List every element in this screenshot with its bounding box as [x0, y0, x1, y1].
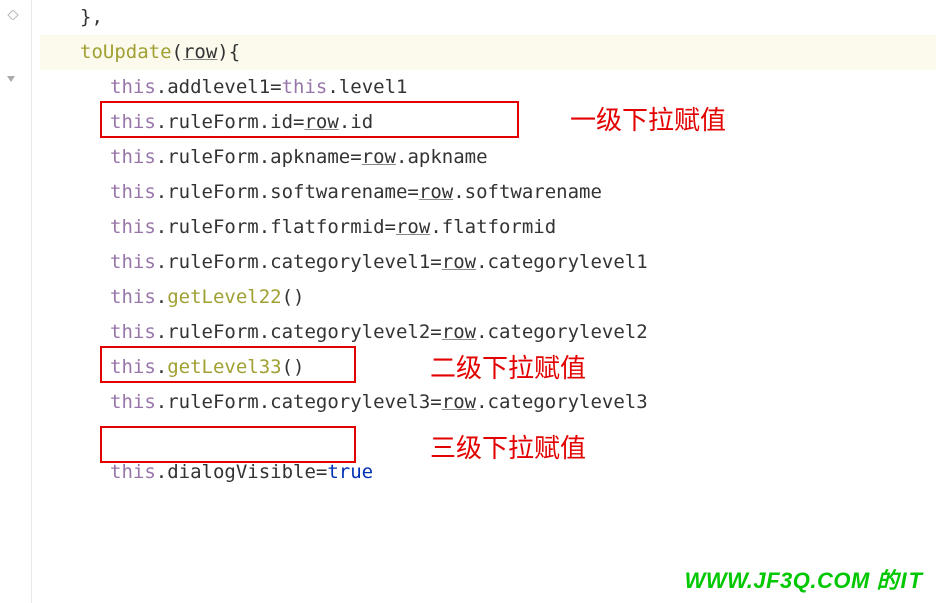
code-line: this.getLevel22() — [40, 280, 936, 315]
code-token-keyword: this — [110, 321, 156, 343]
annotation-label-2: 二级下拉赋值 — [430, 348, 586, 385]
code-token: .categorylevel2 — [476, 321, 648, 343]
code-token-param: row — [183, 41, 217, 63]
code-token-keyword: this — [110, 181, 156, 203]
code-token-keyword: this — [110, 461, 156, 483]
annotation-label-1: 一级下拉赋值 — [570, 100, 726, 137]
code-token-keyword: this — [110, 111, 156, 133]
code-editor-content[interactable]: }, toUpdate(row){ this.addlevel1=this.le… — [40, 0, 936, 490]
code-token: .flatformid — [430, 216, 556, 238]
code-token: ( — [172, 41, 183, 63]
code-token: .ruleForm.apkname= — [156, 146, 362, 168]
code-line: this.ruleForm.id=row.id — [40, 105, 936, 140]
code-token: .dialogVisible= — [156, 461, 328, 483]
code-token: }, — [80, 6, 103, 28]
code-token-keyword: this — [110, 391, 156, 413]
watermark-url: WWW.JF3Q.COM — [685, 568, 870, 593]
code-token: .addlevel1= — [156, 76, 282, 98]
fold-collapse-icon[interactable] — [4, 70, 22, 84]
code-token: .ruleForm.categorylevel2= — [156, 321, 442, 343]
code-token: .level1 — [327, 76, 407, 98]
code-token: row — [396, 216, 430, 238]
code-token: row — [442, 391, 476, 413]
code-token: () — [282, 286, 305, 308]
code-token: () — [282, 356, 305, 378]
watermark-suffix: 的IT — [876, 568, 924, 593]
code-token: row — [304, 111, 338, 133]
code-token-boolean: true — [327, 461, 373, 483]
code-token: .id — [339, 111, 373, 133]
code-token: ){ — [217, 41, 240, 63]
code-line: this.addlevel1=this.level1 — [40, 70, 936, 105]
code-line: this.ruleForm.softwarename=row.softwaren… — [40, 175, 936, 210]
code-token: .ruleForm.id= — [156, 111, 305, 133]
code-token: row — [419, 181, 453, 203]
code-line: this.ruleForm.categorylevel2=row.categor… — [40, 315, 936, 350]
editor-gutter — [0, 0, 32, 603]
code-token-function: getLevel33 — [167, 356, 281, 378]
code-token: .categorylevel1 — [476, 251, 648, 273]
code-line: this.ruleForm.apkname=row.apkname — [40, 140, 936, 175]
code-token: .ruleForm.categorylevel3= — [156, 391, 442, 413]
code-token: .ruleForm.categorylevel1= — [156, 251, 442, 273]
code-line: }, — [40, 0, 936, 35]
code-line: this.ruleForm.flatformid=row.flatformid — [40, 210, 936, 245]
annotation-label-3: 三级下拉赋值 — [430, 428, 586, 465]
gutter-marker-icon — [4, 8, 22, 22]
code-token-keyword: this — [110, 216, 156, 238]
code-token: . — [156, 356, 167, 378]
code-token: .apkname — [396, 146, 488, 168]
code-token-function: getLevel22 — [167, 286, 281, 308]
code-line: this.ruleForm.categorylevel3=row.categor… — [40, 385, 936, 420]
code-token: row — [442, 321, 476, 343]
code-token: .ruleForm.softwarename= — [156, 181, 419, 203]
code-token: .ruleForm.flatformid= — [156, 216, 396, 238]
code-token: .categorylevel3 — [476, 391, 648, 413]
code-token-keyword: this — [110, 251, 156, 273]
code-token: row — [362, 146, 396, 168]
code-token-keyword: this — [110, 286, 156, 308]
code-line: toUpdate(row){ — [40, 35, 936, 70]
code-token-keyword: this — [282, 76, 328, 98]
code-line: this.ruleForm.categorylevel1=row.categor… — [40, 245, 936, 280]
code-token: . — [156, 286, 167, 308]
code-token-keyword: this — [110, 76, 156, 98]
code-token: row — [442, 251, 476, 273]
watermark: WWW.JF3Q.COM 的IT — [685, 563, 924, 595]
code-token-keyword: this — [110, 146, 156, 168]
code-token-function: toUpdate — [80, 41, 172, 63]
code-token: .softwarename — [453, 181, 602, 203]
code-token-keyword: this — [110, 356, 156, 378]
